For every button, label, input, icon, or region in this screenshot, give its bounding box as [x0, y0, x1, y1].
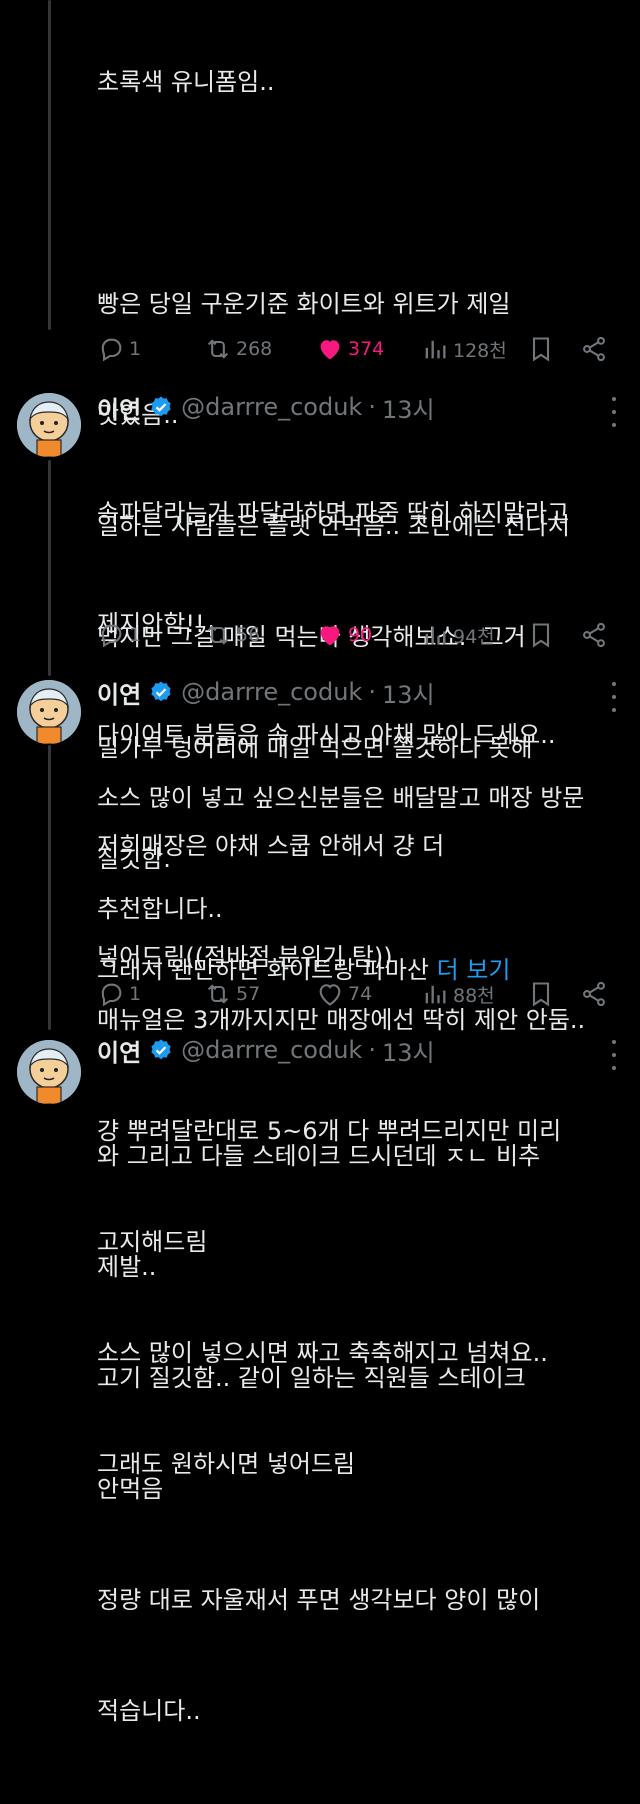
text-line: 와 그리고 다들 스테이크 드시던데 ㅈㄴ 비추 [97, 1142, 541, 1170]
reply-icon [101, 624, 122, 648]
avatar[interactable] [17, 393, 81, 457]
author-name[interactable]: 이연 [97, 675, 141, 710]
avatar[interactable] [17, 1040, 81, 1104]
retweet-icon [207, 984, 229, 1004]
text-line [97, 175, 620, 212]
reply-button[interactable]: 1 [97, 329, 141, 369]
like-button[interactable]: 74 [316, 974, 372, 1014]
tweet-1[interactable]: 이연 @darrre_coduk · 13시 속파달라는거 파달라하면 파줌 딱… [0, 385, 640, 971]
tweet-3[interactable]: 이연 @darrre_coduk · 13시 와 그리고 다들 스테이크 드시던… [0, 1030, 640, 1725]
author-handle[interactable]: @darrre_coduk [181, 678, 362, 706]
text-line: 안먹음 [97, 1475, 164, 1503]
like-count: 374 [348, 338, 385, 360]
bookmark-icon [532, 337, 550, 362]
timestamp[interactable]: 13시 [382, 390, 435, 425]
bookmark-icon [532, 982, 550, 1007]
text-line: 제발.. [97, 1253, 157, 1281]
retweet-icon [207, 625, 229, 645]
timestamp[interactable]: 13시 [382, 1033, 435, 1068]
verified-badge-icon [151, 396, 171, 417]
text-line: 빵은 당일 구운기준 화이트와 위트가 제일 [97, 290, 511, 318]
bookmark-button[interactable] [527, 615, 555, 655]
reply-count: 1 [129, 338, 142, 360]
text-line: 고기 질깃함.. 같이 일하는 직원들 스테이크 [97, 1364, 526, 1392]
views-button[interactable]: 128천 [421, 329, 507, 369]
tweet-0[interactable]: 초록색 유니폼임.. 빵은 당일 구운기준 화이트와 위트가 제일 맛있음.. … [0, 0, 640, 984]
views-button[interactable]: 94천 [421, 615, 495, 655]
action-bar: 1 268 374 128천 [97, 329, 640, 369]
action-bar: 1 56 90 94천 [97, 615, 640, 655]
separator: · [368, 393, 376, 421]
views-icon [425, 340, 446, 359]
avatar-image [17, 393, 81, 457]
heart-icon [320, 340, 340, 360]
share-icon [583, 981, 605, 1007]
author-name[interactable]: 이연 [97, 390, 141, 425]
tweet-body: 와 그리고 다들 스테이크 드시던데 ㅈㄴ 비추 제발.. 고기 질깃함.. 같… [97, 1064, 620, 1804]
views-count: 128천 [453, 339, 507, 362]
tweet-header: 이연 @darrre_coduk · 13시 [97, 674, 600, 710]
separator: · [368, 1036, 376, 1064]
like-button[interactable]: 374 [316, 329, 384, 369]
reply-count: 1 [129, 624, 142, 646]
views-count: 88천 [453, 984, 495, 1007]
views-button[interactable]: 88천 [421, 974, 495, 1014]
retweet-button[interactable]: 56 [204, 615, 260, 655]
like-count: 74 [348, 983, 373, 1005]
avatar[interactable] [17, 680, 81, 744]
timestamp[interactable]: 13시 [382, 675, 435, 710]
reply-button[interactable]: 1 [97, 615, 141, 655]
tweet-2[interactable]: 이연 @darrre_coduk · 13시 소스 많이 넣고 싶으신분들은 배… [0, 670, 640, 1478]
views-count: 94천 [453, 625, 495, 648]
text-line: 추천합니다.. [97, 895, 223, 923]
separator: · [368, 678, 376, 706]
action-bar: 1 57 74 88천 [97, 974, 640, 1014]
text-line: 정량 대로 자울재서 푸면 생각보다 양이 많이 [97, 1586, 541, 1614]
retweet-count: 268 [236, 338, 273, 360]
bookmark-button[interactable] [527, 329, 555, 369]
tweet-header: 이연 @darrre_coduk · 13시 [97, 389, 600, 425]
heart-icon [320, 626, 340, 646]
reply-count: 1 [129, 983, 142, 1005]
like-button[interactable]: 90 [316, 615, 372, 655]
text-line: 적습니다.. [97, 1697, 201, 1725]
share-icon [583, 336, 605, 362]
share-button[interactable] [580, 615, 608, 655]
share-button[interactable] [580, 329, 608, 369]
reply-icon [101, 983, 122, 1007]
text-line: 소스 많이 넣고 싶으신분들은 배달말고 매장 방문 [97, 784, 585, 812]
heart-icon [319, 984, 341, 1006]
retweet-icon [207, 339, 229, 359]
bookmark-icon [532, 623, 550, 648]
views-icon [425, 985, 446, 1004]
bookmark-button[interactable] [527, 974, 555, 1014]
text-line: 초록색 유니폼임.. [97, 68, 275, 96]
avatar-image [17, 680, 81, 744]
retweet-count: 57 [236, 983, 261, 1005]
retweet-count: 56 [236, 624, 261, 646]
tweet-header: 이연 @darrre_coduk · 13시 [97, 1032, 600, 1068]
author-handle[interactable]: @darrre_coduk [181, 393, 362, 421]
reply-icon [101, 338, 122, 362]
share-button[interactable] [580, 974, 608, 1014]
avatar-image [17, 1040, 81, 1104]
share-icon [583, 622, 605, 648]
verified-badge-icon [151, 1039, 171, 1060]
author-handle[interactable]: @darrre_coduk [181, 1036, 362, 1064]
views-icon [425, 626, 446, 645]
text-line: 속파달라는거 파달라하면 파줌 딱히 하지말라고 [97, 499, 570, 527]
retweet-button[interactable]: 57 [204, 974, 260, 1014]
reply-button[interactable]: 1 [97, 974, 141, 1014]
like-count: 90 [348, 624, 373, 646]
author-name[interactable]: 이연 [97, 1033, 141, 1068]
retweet-button[interactable]: 268 [204, 329, 272, 369]
verified-badge-icon [151, 681, 171, 702]
